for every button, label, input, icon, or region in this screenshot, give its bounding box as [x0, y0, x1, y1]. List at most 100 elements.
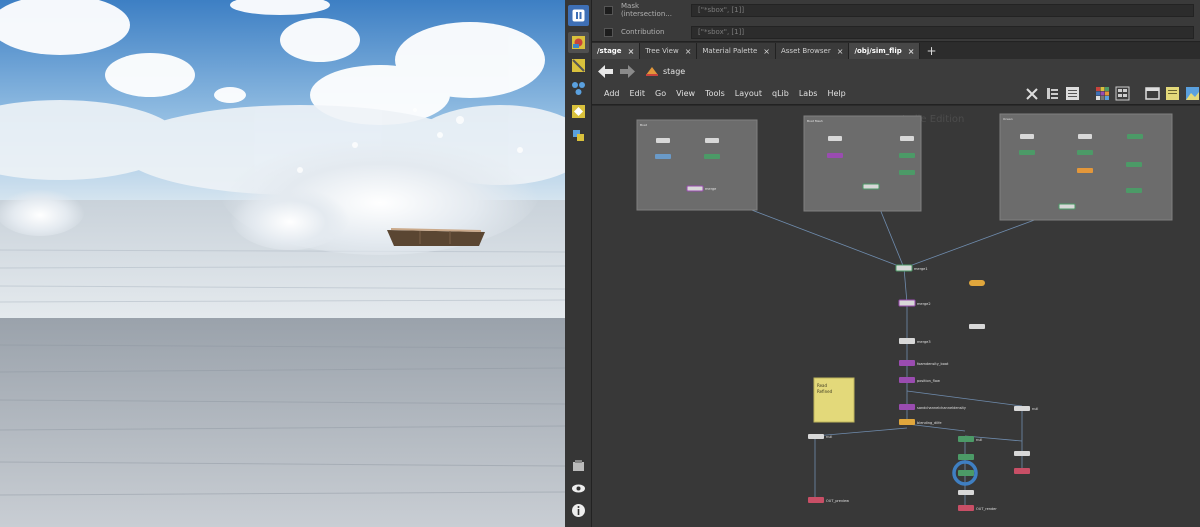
- close-icon[interactable]: ×: [837, 47, 844, 56]
- node[interactable]: [1077, 150, 1093, 155]
- tab-sim-flip[interactable]: /obj/sim_flip ×: [849, 43, 921, 59]
- node[interactable]: [704, 154, 720, 159]
- tree-view-icon[interactable]: [1044, 85, 1060, 101]
- menu-layout[interactable]: Layout: [730, 89, 767, 98]
- node-graph: Indie Edition Boat Boat Mesh Ocean merge…: [636, 113, 1173, 511]
- node[interactable]: [862, 183, 880, 190]
- menu-add[interactable]: Add: [599, 89, 625, 98]
- network-box-icon[interactable]: [1144, 85, 1160, 101]
- node-merge2[interactable]: [898, 299, 916, 307]
- node-sandchannel[interactable]: [899, 404, 915, 410]
- node-selected[interactable]: [958, 470, 974, 476]
- parameter-row: Contribution ["*sbox", [1]]: [592, 22, 1200, 42]
- menu-labs[interactable]: Labs: [794, 89, 823, 98]
- snap-icon[interactable]: [568, 55, 589, 76]
- node[interactable]: [656, 138, 670, 143]
- sticky-note[interactable]: Read Refined: [813, 377, 855, 423]
- node-null-center[interactable]: [958, 436, 974, 442]
- network-box-boat-mesh[interactable]: Boat Mesh: [803, 115, 922, 212]
- menu-qlib[interactable]: qLib: [767, 89, 794, 98]
- parameter-toggle[interactable]: [604, 5, 613, 15]
- node-label: OUT_preview: [826, 499, 849, 503]
- back-arrow-icon[interactable]: [597, 63, 614, 80]
- handles-icon[interactable]: [568, 78, 589, 99]
- node-label: sandchannelchanneldensity: [917, 406, 966, 410]
- menu-view[interactable]: View: [671, 89, 700, 98]
- node[interactable]: [1126, 188, 1142, 193]
- visibility-icon[interactable]: [568, 455, 589, 476]
- node[interactable]: [1014, 468, 1030, 474]
- parameter-value-field[interactable]: ["*sbox", [1]]: [691, 3, 1194, 17]
- node[interactable]: [958, 454, 974, 460]
- close-icon[interactable]: ×: [685, 47, 692, 56]
- node[interactable]: [899, 153, 915, 158]
- sticky-note-line: Refined: [817, 389, 833, 394]
- node[interactable]: [828, 136, 842, 141]
- tab-material-palette[interactable]: Material Palette ×: [697, 43, 776, 59]
- info-icon[interactable]: [568, 500, 589, 521]
- node-label: merge1: [914, 267, 928, 271]
- sticky-note-icon[interactable]: [1164, 85, 1180, 101]
- node[interactable]: [1127, 134, 1143, 139]
- node[interactable]: [655, 154, 671, 159]
- node-null-right[interactable]: [1014, 406, 1030, 411]
- node[interactable]: [1126, 162, 1142, 167]
- background-image-icon[interactable]: [1184, 85, 1200, 101]
- tab-label: Material Palette: [702, 47, 758, 55]
- node-merge3[interactable]: [899, 338, 915, 344]
- node-out-render[interactable]: [958, 505, 974, 511]
- add-tab-button[interactable]: +: [920, 43, 942, 59]
- close-icon[interactable]: ×: [763, 47, 770, 56]
- menu-go[interactable]: Go: [650, 89, 671, 98]
- tab-asset-browser[interactable]: Asset Browser ×: [776, 43, 850, 59]
- node[interactable]: [958, 490, 974, 495]
- node-null-left[interactable]: [808, 434, 824, 439]
- network-box-boat[interactable]: Boat: [636, 119, 758, 211]
- shape-palette-icon[interactable]: [1114, 85, 1130, 101]
- path-breadcrumb[interactable]: stage: [646, 66, 685, 76]
- network-editor[interactable]: Indie Edition Boat Boat Mesh Ocean merge…: [592, 106, 1200, 527]
- display-options-icon[interactable]: [568, 32, 589, 53]
- node[interactable]: [899, 170, 915, 175]
- scene-viewport[interactable]: [0, 0, 565, 527]
- menu-help[interactable]: Help: [822, 89, 850, 98]
- tab-label: Tree View: [645, 47, 679, 55]
- node-bound[interactable]: [969, 280, 985, 286]
- menu-tools[interactable]: Tools: [700, 89, 730, 98]
- close-icon[interactable]: ×: [908, 47, 915, 56]
- network-box-title: Ocean: [1003, 117, 1013, 121]
- close-icon[interactable]: ×: [628, 47, 635, 56]
- pause-icon[interactable]: [568, 5, 589, 26]
- node[interactable]: [1014, 451, 1030, 456]
- node[interactable]: [1077, 168, 1093, 173]
- node-position-flow[interactable]: [899, 377, 915, 383]
- node-merge1[interactable]: [895, 264, 913, 272]
- node[interactable]: [1020, 134, 1034, 139]
- node[interactable]: [900, 136, 914, 141]
- camera-toggle-icon[interactable]: [568, 125, 589, 146]
- node[interactable]: [1019, 150, 1035, 155]
- node-out-preview[interactable]: [808, 497, 824, 503]
- parameter-value-field[interactable]: ["*sbox", [1]]: [691, 25, 1194, 39]
- node[interactable]: [1058, 203, 1076, 210]
- select-mode-icon[interactable]: [568, 101, 589, 122]
- eye-icon[interactable]: [568, 478, 589, 499]
- network-box-ocean[interactable]: Ocean: [999, 113, 1173, 221]
- node[interactable]: [686, 185, 704, 192]
- wrench-icon[interactable]: [1024, 85, 1040, 101]
- node[interactable]: [705, 138, 719, 143]
- node-blending[interactable]: [899, 419, 915, 425]
- network-box-title: Boat: [640, 123, 648, 127]
- parameter-toggle[interactable]: [604, 27, 613, 37]
- node-foamdensity[interactable]: [899, 360, 915, 366]
- tab-stage[interactable]: /stage ×: [592, 43, 641, 59]
- node[interactable]: [969, 324, 985, 329]
- tab-tree-view[interactable]: Tree View ×: [640, 43, 698, 59]
- tab-label: /stage: [597, 47, 622, 55]
- menu-edit[interactable]: Edit: [625, 89, 651, 98]
- forward-arrow-icon[interactable]: [619, 63, 636, 80]
- list-view-icon[interactable]: [1064, 85, 1080, 101]
- node[interactable]: [827, 153, 843, 158]
- node[interactable]: [1078, 134, 1092, 139]
- color-palette-icon[interactable]: [1094, 85, 1110, 101]
